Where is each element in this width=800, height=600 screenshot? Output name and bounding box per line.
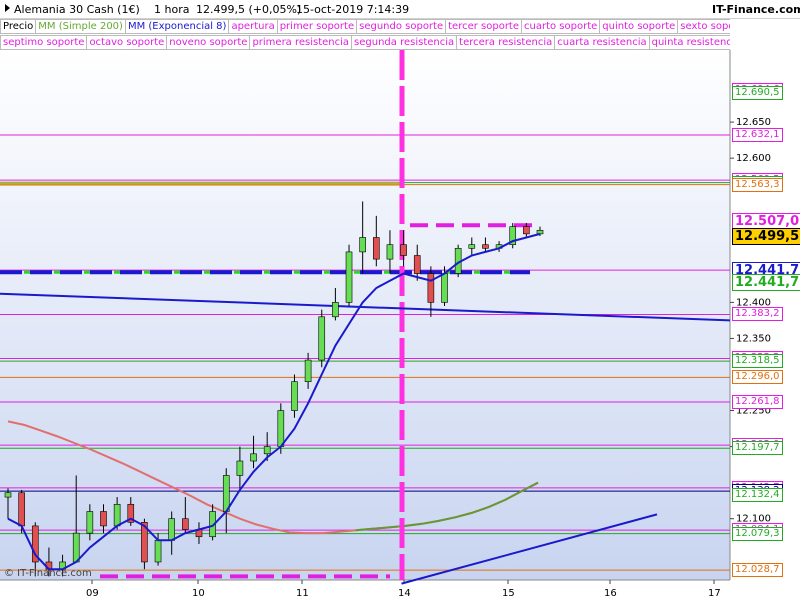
candle-body	[100, 511, 107, 527]
candle-body	[373, 237, 380, 260]
legend-row-2-item[interactable]: cuarta resistencia	[554, 35, 650, 50]
candle-body	[250, 453, 257, 462]
candle-body	[236, 460, 244, 476]
x-tick-label: 16	[604, 588, 617, 599]
price-label: 12.197,7	[732, 441, 783, 456]
legend-row-1-item[interactable]: quinto soporte	[599, 19, 679, 34]
legend-row-1-item[interactable]: Precio	[0, 19, 37, 34]
legend-row-1-item[interactable]: tercer soporte	[445, 19, 523, 34]
x-tick-label: 10	[192, 588, 205, 599]
legend-row-1: Precio MM (Simple 200) MM (Exponencial 8) a…	[0, 19, 730, 34]
price-chart: 12.65012.60012.40012.35012.25012.20012.1…	[0, 50, 771, 599]
candle-body	[482, 244, 489, 249]
legend-row-2-item[interactable]: segunda resistencia	[351, 35, 458, 50]
candle-body	[304, 359, 312, 383]
candle-body	[427, 273, 435, 303]
candle-body	[345, 251, 353, 303]
candle-body	[400, 244, 407, 256]
candle-body	[441, 273, 448, 303]
x-tick-label: 11	[296, 588, 309, 599]
y-tick-label: 12.350	[736, 333, 771, 344]
price-label: 12.079,3	[732, 526, 783, 541]
highlight-price-label: 12.441,7	[732, 274, 800, 292]
candle-body	[154, 540, 162, 563]
candle-body	[332, 302, 339, 318]
price-label: 12.632,1	[732, 128, 783, 143]
legend-row-2-item[interactable]: septimo soporte	[0, 35, 88, 50]
price-label: 12.690,5	[732, 85, 783, 100]
candle-body	[263, 446, 271, 455]
price-label: 12.028,7	[732, 563, 783, 578]
legend-row-1-item[interactable]: segundo soporte	[356, 19, 447, 34]
candle-body	[291, 381, 298, 411]
legend-row-1-item[interactable]: apertura	[228, 19, 278, 34]
candle-body	[359, 237, 366, 253]
legend-row-1-item[interactable]: MM (Exponencial 8)	[124, 19, 230, 34]
candle-body	[222, 475, 230, 512]
legend-row-2-item[interactable]: primera resistencia	[249, 35, 353, 50]
candle-body	[523, 226, 530, 235]
price-label: 12.563,3	[732, 177, 783, 192]
y-tick-label: 12.650	[736, 117, 771, 128]
candle-body	[182, 518, 189, 530]
legend-row-2-item[interactable]: octavo soporte	[86, 35, 168, 50]
price-label: 12.261,8	[732, 395, 783, 410]
legend-row-1-item[interactable]: MM (Simple 200)	[35, 19, 126, 34]
candle-body	[18, 492, 25, 527]
x-tick-label: 14	[398, 588, 411, 599]
candle-body	[4, 492, 12, 498]
candle-body	[86, 511, 94, 534]
plot-background	[0, 50, 730, 580]
price-label: 12.296,0	[732, 370, 783, 385]
legend-row-2-item[interactable]: noveno soporte	[166, 35, 251, 50]
x-tick-label: 17	[708, 588, 721, 599]
candle-body	[277, 410, 285, 447]
legend-row-2-item[interactable]: quinta resistencia	[648, 35, 730, 50]
x-tick-label: 15	[502, 588, 515, 599]
price-label: 12.132,4	[732, 488, 783, 503]
candle-body	[72, 532, 80, 563]
legend-row-1-item[interactable]: primer soporte	[276, 19, 358, 34]
candle-body	[468, 244, 476, 249]
price-label: 12.318,5	[732, 354, 783, 369]
legend-row-2-item[interactable]: tercera resistencia	[456, 35, 556, 50]
candle-body	[168, 518, 175, 541]
watermark: © IT-Finance.com	[4, 568, 92, 579]
legend-row-1-item[interactable]: sexto soporte	[677, 19, 730, 34]
highlight-price-label: 12.499,5	[732, 227, 800, 245]
candle-body	[413, 255, 421, 274]
candle-body	[113, 503, 121, 527]
legend-row-2: septimo soporte octavo soporte noveno sopo…	[0, 35, 730, 50]
price-label: 12.383,2	[732, 307, 783, 322]
candle-body	[318, 316, 326, 361]
legend-row-1-item[interactable]: cuarto soporte	[521, 19, 601, 34]
candle-body	[536, 229, 544, 235]
y-tick-label: 12.600	[736, 153, 771, 164]
candle-body	[386, 244, 394, 260]
x-tick-label: 09	[86, 588, 99, 599]
